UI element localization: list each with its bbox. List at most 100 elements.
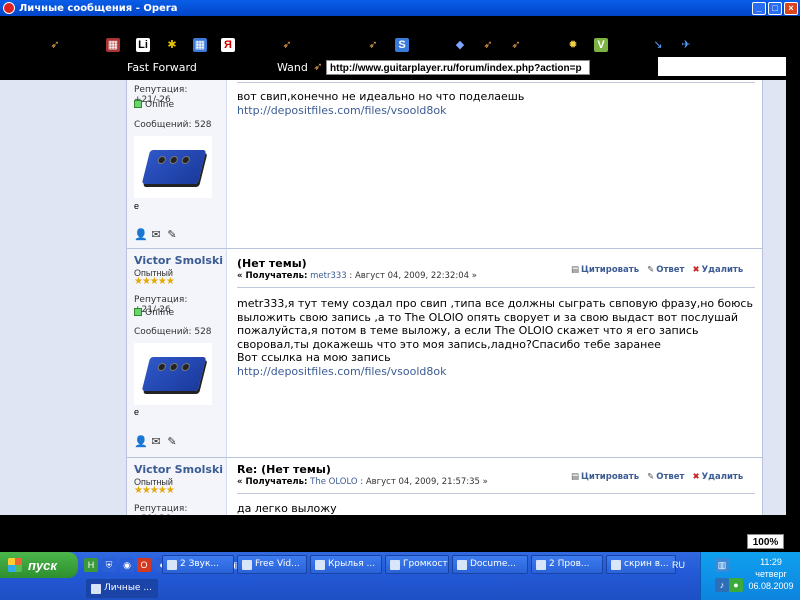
wand-icon[interactable]: ➶	[48, 38, 62, 52]
search-input[interactable]	[658, 57, 786, 76]
avatar	[134, 136, 212, 198]
wand-icon[interactable]: ➶	[509, 38, 523, 52]
author-panel: Репутация: +21/-26 Online Сообщений: 528…	[127, 80, 227, 248]
windows-flag-icon	[8, 558, 22, 572]
online-icon	[134, 100, 142, 108]
online-status: Online	[134, 100, 174, 110]
quote-icon: ▤	[571, 265, 580, 275]
start-button[interactable]: пуск	[0, 552, 78, 578]
maximize-button[interactable]: □	[768, 1, 782, 15]
post-body: metr333,я тут тему создал про свип ,типа…	[237, 297, 757, 378]
pin-icon[interactable]: ✈	[679, 38, 693, 52]
bee-icon[interactable]: ✱	[165, 38, 179, 52]
wand-icon[interactable]: ➶	[366, 38, 380, 52]
task-button[interactable]: Громкость	[385, 555, 449, 574]
minimize-button[interactable]: _	[752, 1, 766, 15]
status-area	[0, 515, 800, 552]
quote-button[interactable]: ▤ Цитировать	[571, 472, 639, 482]
post-meta: « Получатель: The OLOLO : Август 04, 200…	[237, 477, 488, 487]
task-button[interactable]: Docume...	[452, 555, 528, 574]
author-actions: 👤 ✉ ✎	[134, 229, 178, 241]
profile-icon[interactable]: 👤	[134, 436, 148, 448]
email-icon[interactable]: ✉	[150, 436, 162, 448]
signature-mark: e	[134, 407, 140, 417]
bookmark-icon[interactable]: ▦	[106, 38, 120, 52]
messages-count: Сообщений: 528	[134, 120, 212, 130]
recipient-link[interactable]: The OLOLO	[310, 477, 357, 487]
quicklaunch-icon[interactable]: H	[84, 558, 98, 572]
wand-icon[interactable]: ➶	[311, 60, 325, 74]
post-link[interactable]: http://depositfiles.com/files/vsoold8ok	[237, 104, 757, 118]
antivirus-icon[interactable]: ●	[729, 578, 743, 592]
tool-icon[interactable]: ↘	[651, 38, 665, 52]
delete-button[interactable]: ✖ Удалить	[692, 472, 743, 482]
delete-icon: ✖	[692, 265, 700, 275]
wand-icon[interactable]: ➶	[280, 38, 294, 52]
close-button[interactable]: ×	[784, 1, 798, 15]
address-bar[interactable]: http://www.guitarplayer.ru/forum/index.p…	[326, 60, 590, 75]
linkedin-icon[interactable]: Li	[136, 38, 150, 52]
post-body: вот свип,конечно не идеально но что поде…	[237, 90, 757, 117]
profile-icon[interactable]: 👤	[134, 229, 148, 241]
language-indicator[interactable]: RU	[672, 560, 685, 570]
task-button[interactable]: скрин в...	[606, 555, 676, 574]
reply-button[interactable]: ✎ Ответ	[647, 472, 684, 482]
network-icon[interactable]: ▥	[715, 558, 729, 572]
vk-icon[interactable]: V	[594, 38, 608, 52]
messages-count: Сообщений: 528	[134, 327, 212, 337]
pm-icon[interactable]: ✎	[166, 229, 178, 241]
window-title: Личные сообщения - Opera	[19, 2, 178, 14]
fast-forward-button[interactable]: Fast Forward	[127, 61, 197, 74]
recipient-link[interactable]: metr333	[310, 271, 347, 281]
task-button[interactable]: 2 Пров...	[531, 555, 603, 574]
pm-icon[interactable]: ✎	[166, 436, 178, 448]
wand-icon[interactable]: ➶	[481, 38, 495, 52]
post-actions: ▤ Цитировать ✎ Ответ ✖ Удалить	[571, 472, 743, 482]
yandex-icon[interactable]: Я	[221, 38, 235, 52]
grid-icon[interactable]: ▦	[193, 38, 207, 52]
author-panel: Victor Smolski Опытный ★★★★★ Репутация: …	[127, 458, 227, 515]
system-tray: ▥ ♪ ● 11:29 четверг 06.08.2009	[700, 552, 800, 600]
page-content: Репутация: +21/-26 Online Сообщений: 528…	[0, 80, 786, 515]
zoom-level[interactable]: 100%	[747, 534, 784, 549]
reply-button[interactable]: ✎ Ответ	[647, 265, 684, 275]
skype-icon[interactable]: S	[395, 38, 409, 52]
taskbar-buttons: 2 Звук... Free Vid... Крылья ... Громкос…	[162, 555, 676, 574]
quote-button[interactable]: ▤ Цитировать	[571, 265, 639, 275]
task-button[interactable]: Крылья ...	[310, 555, 382, 574]
guitar-pedal-image	[141, 150, 207, 184]
author-actions: 👤 ✉ ✎	[134, 436, 178, 448]
info-icon[interactable]: ◆	[453, 38, 467, 52]
signature-mark: e	[134, 201, 140, 211]
sun-icon[interactable]: ✹	[566, 38, 580, 52]
author-name[interactable]: Victor Smolski	[134, 254, 223, 267]
shield-icon[interactable]: ⛨	[102, 558, 116, 572]
online-status: Online	[134, 308, 174, 318]
opera-icon[interactable]: O	[137, 558, 151, 572]
opera-icon	[3, 2, 15, 14]
author-name[interactable]: Victor Smolski	[134, 463, 223, 476]
clock[interactable]: 11:29 четверг 06.08.2009	[745, 556, 797, 592]
post-divider	[237, 287, 755, 288]
reply-icon: ✎	[647, 265, 655, 275]
post-meta: « Получатель: metr333 : Август 04, 2009,…	[237, 271, 477, 281]
window-titlebar[interactable]: Личные сообщения - Opera _ □ ×	[0, 0, 800, 16]
post-actions: ▤ Цитировать ✎ Ответ ✖ Удалить	[571, 265, 743, 275]
online-icon	[134, 308, 142, 316]
post-title: (Нет темы)	[237, 257, 307, 270]
author-panel: Victor Smolski Опытный ★★★★★ Репутация: …	[127, 249, 227, 457]
message-post: Victor Smolski Опытный ★★★★★ Репутация: …	[127, 249, 762, 457]
taskbar: пуск H ⛨ ◉ O ◐ ↻ e ✿ ▣ 2 Звук... Free Vi…	[0, 552, 800, 600]
delete-button[interactable]: ✖ Удалить	[692, 265, 743, 275]
message-post: Victor Smolski Опытный ★★★★★ Репутация: …	[127, 458, 762, 515]
task-button[interactable]: 2 Звук...	[162, 555, 234, 574]
media-icon[interactable]: ◉	[120, 558, 134, 572]
task-button-active[interactable]: Личные ...	[86, 579, 158, 598]
wand-button[interactable]: Wand	[277, 61, 308, 74]
task-button[interactable]: Free Vid...	[237, 555, 307, 574]
resize-grip[interactable]	[786, 515, 800, 530]
post-divider	[237, 82, 755, 83]
email-icon[interactable]: ✉	[150, 229, 162, 241]
post-link[interactable]: http://depositfiles.com/files/vsoold8ok	[237, 365, 757, 379]
volume-icon[interactable]: ♪	[715, 578, 729, 592]
